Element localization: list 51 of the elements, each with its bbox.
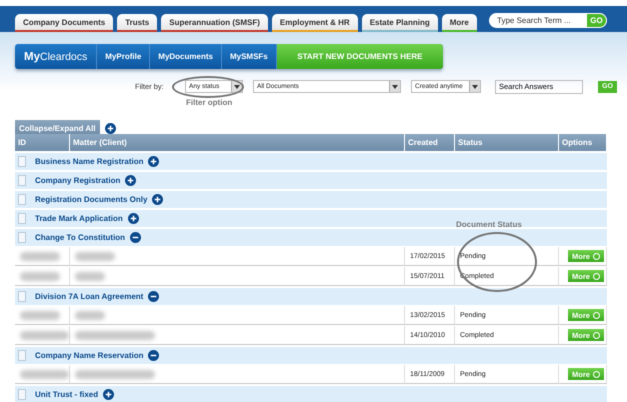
blurred-text xyxy=(75,272,105,280)
expand-icon[interactable] xyxy=(104,123,116,134)
column-header: Created xyxy=(405,134,455,151)
document-icon xyxy=(18,156,26,167)
blurred-text xyxy=(20,310,60,320)
site-logo[interactable]: MyCleardocs xyxy=(15,44,98,69)
column-header: ID xyxy=(15,134,70,151)
group-title[interactable]: Unit Trust - fixed xyxy=(35,390,98,399)
column-header: Status xyxy=(455,134,559,151)
blurred-text xyxy=(20,330,69,340)
blurred-text xyxy=(20,252,60,260)
group-title[interactable]: Company Registration xyxy=(35,176,120,185)
document-icon xyxy=(18,194,26,205)
highlight-ring xyxy=(172,76,244,98)
annotation-label: Document Status xyxy=(456,220,522,229)
blurred-text xyxy=(75,310,105,320)
document-icon xyxy=(18,213,26,224)
column-header: Options xyxy=(559,134,607,151)
top-tab[interactable]: Estate Planning xyxy=(362,14,438,32)
group-title[interactable]: Division 7A Loan Agreement xyxy=(35,292,144,301)
group-title[interactable]: Registration Documents Only xyxy=(35,195,148,204)
expand-icon[interactable] xyxy=(128,213,139,224)
expand-icon[interactable] xyxy=(125,175,136,186)
search-field[interactable]: Type Search Term ... GO xyxy=(489,13,607,28)
annotation-label: Filter option xyxy=(186,98,232,107)
top-tab[interactable]: More xyxy=(442,14,477,32)
group-title[interactable]: Trade Mark Application xyxy=(35,214,123,223)
collapse-icon[interactable] xyxy=(148,291,160,302)
blurred-text xyxy=(20,272,60,280)
document-icon xyxy=(18,232,26,243)
column-header: Matter (Client) xyxy=(70,134,405,151)
expand-icon[interactable] xyxy=(148,156,160,167)
document-icon xyxy=(18,389,26,400)
top-tab[interactable]: Trusts xyxy=(117,14,158,32)
blurred-text xyxy=(20,370,69,378)
expand-icon[interactable] xyxy=(152,194,164,205)
group-title[interactable]: Change To Constitution xyxy=(35,233,126,242)
blurred-text xyxy=(75,252,115,260)
nav-link[interactable]: MyDocuments xyxy=(150,44,222,69)
collapse-icon[interactable] xyxy=(148,350,160,361)
top-tab[interactable]: Employment & HR xyxy=(272,14,358,32)
top-tab[interactable]: Superannuation (SMSF) xyxy=(161,14,268,32)
group-title[interactable]: Business Name Registration xyxy=(35,157,144,166)
nav-link[interactable]: MyProfile xyxy=(97,44,150,69)
expand-icon[interactable] xyxy=(103,389,114,400)
document-icon xyxy=(18,291,26,302)
document-icon xyxy=(18,350,26,361)
collapse-icon[interactable] xyxy=(130,232,142,243)
document-icon xyxy=(18,175,26,186)
top-tab[interactable]: Company Documents xyxy=(15,14,114,32)
group-title[interactable]: Company Name Reservation xyxy=(35,351,144,360)
